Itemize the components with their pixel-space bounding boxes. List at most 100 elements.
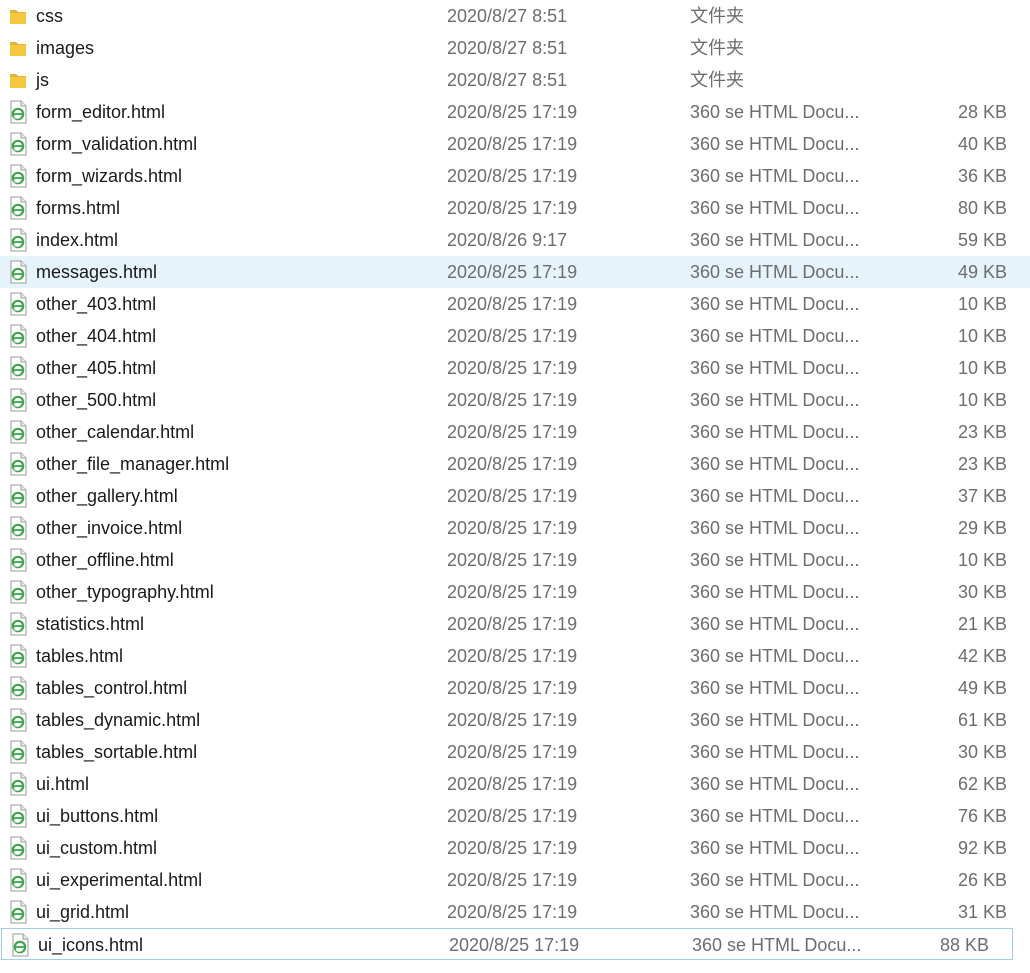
file-date-modified: 2020/8/25 17:19 — [447, 166, 578, 186]
file-type: 360 se HTML Docu... — [690, 518, 860, 538]
file-row[interactable]: ui_buttons.html 2020/8/25 17:19 360 se H… — [0, 800, 1030, 832]
file-row[interactable]: other_calendar.html 2020/8/25 17:19 360 … — [0, 416, 1030, 448]
file-date-modified: 2020/8/25 17:19 — [447, 326, 578, 346]
file-row[interactable]: other_file_manager.html 2020/8/25 17:19 … — [0, 448, 1030, 480]
file-row[interactable]: images 2020/8/27 8:51 文件夹 — [0, 32, 1030, 64]
file-type: 360 se HTML Docu... — [690, 774, 860, 794]
file-date-modified: 2020/8/25 17:19 — [447, 582, 578, 602]
file-name: index.html — [36, 230, 119, 250]
file-type: 360 se HTML Docu... — [690, 742, 860, 762]
file-date-modified: 2020/8/27 8:51 — [447, 6, 568, 26]
file-type: 360 se HTML Docu... — [690, 326, 860, 346]
file-size: 49 KB — [957, 678, 1007, 698]
file-date-modified: 2020/8/25 17:19 — [449, 935, 580, 955]
file-row[interactable]: forms.html 2020/8/25 17:19 360 se HTML D… — [0, 192, 1030, 224]
html-file-icon — [8, 516, 28, 540]
file-name: ui_buttons.html — [36, 806, 159, 826]
file-date-modified: 2020/8/25 17:19 — [447, 102, 578, 122]
file-row[interactable]: statistics.html 2020/8/25 17:19 360 se H… — [0, 608, 1030, 640]
file-type: 360 se HTML Docu... — [690, 134, 860, 154]
file-row[interactable]: ui_custom.html 2020/8/25 17:19 360 se HT… — [0, 832, 1030, 864]
file-date-modified: 2020/8/25 17:19 — [447, 614, 578, 634]
file-name: messages.html — [36, 262, 158, 282]
file-size: 10 KB — [957, 390, 1007, 410]
file-date-modified: 2020/8/25 17:19 — [447, 390, 578, 410]
file-date-modified: 2020/8/25 17:19 — [447, 774, 578, 794]
file-date-modified: 2020/8/25 17:19 — [447, 518, 578, 538]
html-file-icon — [8, 356, 28, 380]
html-file-icon — [8, 900, 28, 924]
file-date-modified: 2020/8/25 17:19 — [447, 294, 578, 314]
file-row[interactable]: css 2020/8/27 8:51 文件夹 — [0, 0, 1030, 32]
html-file-icon — [8, 772, 28, 796]
file-row[interactable]: ui.html 2020/8/25 17:19 360 se HTML Docu… — [0, 768, 1030, 800]
html-file-icon — [8, 804, 28, 828]
file-type: 360 se HTML Docu... — [690, 486, 860, 506]
html-file-icon — [8, 292, 28, 316]
file-type: 360 se HTML Docu... — [690, 806, 860, 826]
file-row[interactable]: form_editor.html 2020/8/25 17:19 360 se … — [0, 96, 1030, 128]
html-file-icon — [8, 164, 28, 188]
file-row[interactable]: form_wizards.html 2020/8/25 17:19 360 se… — [0, 160, 1030, 192]
html-file-icon — [8, 548, 28, 572]
file-name: ui_icons.html — [38, 935, 144, 955]
file-type: 文件夹 — [690, 70, 744, 90]
file-name: js — [36, 70, 49, 90]
file-name: form_wizards.html — [36, 166, 183, 186]
file-type: 360 se HTML Docu... — [690, 102, 860, 122]
file-size: 42 KB — [957, 646, 1007, 666]
file-row[interactable]: other_typography.html 2020/8/25 17:19 36… — [0, 576, 1030, 608]
file-name: ui_grid.html — [36, 902, 130, 922]
file-size: 80 KB — [957, 198, 1007, 218]
file-row[interactable]: other_403.html 2020/8/25 17:19 360 se HT… — [0, 288, 1030, 320]
html-file-icon — [8, 388, 28, 412]
file-row[interactable]: tables_control.html 2020/8/25 17:19 360 … — [0, 672, 1030, 704]
html-file-icon — [8, 580, 28, 604]
html-file-icon — [8, 868, 28, 892]
file-name: css — [36, 6, 63, 26]
file-name: ui_experimental.html — [36, 870, 203, 890]
file-row[interactable]: other_405.html 2020/8/25 17:19 360 se HT… — [0, 352, 1030, 384]
file-size: 29 KB — [957, 518, 1007, 538]
html-file-icon — [10, 933, 30, 957]
file-name: other_calendar.html — [36, 422, 195, 442]
file-type: 文件夹 — [690, 6, 744, 26]
file-date-modified: 2020/8/25 17:19 — [447, 550, 578, 570]
file-row[interactable]: other_invoice.html 2020/8/25 17:19 360 s… — [0, 512, 1030, 544]
file-size: 10 KB — [957, 294, 1007, 314]
file-row[interactable]: ui_icons.html 2020/8/25 17:19 360 se HTM… — [1, 928, 1013, 960]
file-row[interactable]: other_gallery.html 2020/8/25 17:19 360 s… — [0, 480, 1030, 512]
file-name: tables_sortable.html — [36, 742, 198, 762]
file-name: statistics.html — [36, 614, 145, 634]
file-row[interactable]: ui_grid.html 2020/8/25 17:19 360 se HTML… — [0, 896, 1030, 928]
file-name: other_gallery.html — [36, 486, 178, 506]
file-row[interactable]: messages.html 2020/8/25 17:19 360 se HTM… — [0, 256, 1030, 288]
file-row[interactable]: js 2020/8/27 8:51 文件夹 — [0, 64, 1030, 96]
file-row[interactable]: tables.html 2020/8/25 17:19 360 se HTML … — [0, 640, 1030, 672]
html-file-icon — [8, 196, 28, 220]
file-row[interactable]: other_404.html 2020/8/25 17:19 360 se HT… — [0, 320, 1030, 352]
file-row[interactable]: ui_experimental.html 2020/8/25 17:19 360… — [0, 864, 1030, 896]
html-file-icon — [8, 452, 28, 476]
file-row[interactable]: index.html 2020/8/26 9:17 360 se HTML Do… — [0, 224, 1030, 256]
file-date-modified: 2020/8/25 17:19 — [447, 646, 578, 666]
file-size: 10 KB — [957, 326, 1007, 346]
file-type: 360 se HTML Docu... — [690, 710, 860, 730]
file-list: css 2020/8/27 8:51 文件夹 images 2020/8/27 … — [0, 0, 1030, 973]
file-row[interactable]: form_validation.html 2020/8/25 17:19 360… — [0, 128, 1030, 160]
file-size: 40 KB — [957, 134, 1007, 154]
file-name: tables_dynamic.html — [36, 710, 201, 730]
file-name: other_500.html — [36, 390, 157, 410]
folder-icon — [8, 68, 28, 92]
file-date-modified: 2020/8/26 9:17 — [447, 230, 568, 250]
file-date-modified: 2020/8/27 8:51 — [447, 38, 568, 58]
file-row[interactable]: other_offline.html 2020/8/25 17:19 360 s… — [0, 544, 1030, 576]
file-row[interactable]: tables_sortable.html 2020/8/25 17:19 360… — [0, 736, 1030, 768]
file-name: other_405.html — [36, 358, 157, 378]
file-date-modified: 2020/8/25 17:19 — [447, 678, 578, 698]
file-size: 28 KB — [957, 102, 1007, 122]
folder-icon — [8, 36, 28, 60]
file-row[interactable]: tables_dynamic.html 2020/8/25 17:19 360 … — [0, 704, 1030, 736]
file-row[interactable]: other_500.html 2020/8/25 17:19 360 se HT… — [0, 384, 1030, 416]
file-type: 360 se HTML Docu... — [690, 582, 860, 602]
